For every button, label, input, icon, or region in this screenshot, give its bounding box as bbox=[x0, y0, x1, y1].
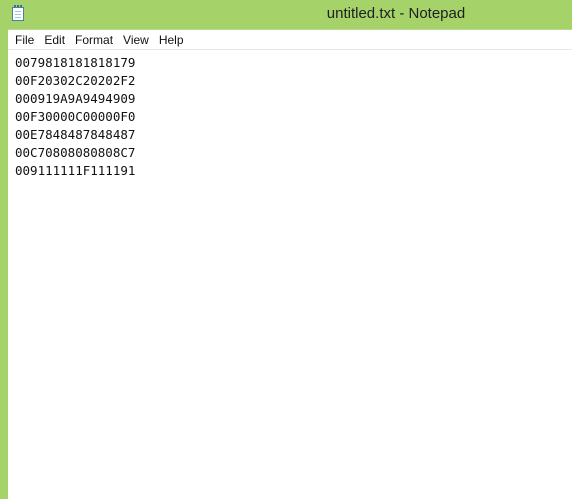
window-title: untitled.txt - Notepad bbox=[326, 5, 466, 22]
menu-bar: File Edit Format View Help bbox=[8, 30, 572, 50]
menu-help[interactable]: Help bbox=[154, 31, 189, 49]
title-bar[interactable]: untitled.txt - Notepad bbox=[0, 0, 572, 29]
menu-view[interactable]: View bbox=[118, 31, 154, 49]
text-line-4[interactable]: 00F30000C00000F0 bbox=[15, 108, 135, 126]
text-line-3[interactable]: 000919A9A9494909 bbox=[15, 90, 135, 108]
menu-edit[interactable]: Edit bbox=[39, 31, 70, 49]
text-line-7[interactable]: 009111111F111191 bbox=[15, 162, 135, 180]
text-line-6[interactable]: 00C70808080808C7 bbox=[15, 144, 135, 162]
text-line-1[interactable]: 0079818181818179 bbox=[15, 54, 135, 72]
text-line-2[interactable]: 00F20302C20202F2 bbox=[15, 72, 135, 90]
text-line-5[interactable]: 00E7848487848487 bbox=[15, 126, 135, 144]
menu-format[interactable]: Format bbox=[70, 31, 118, 49]
text-editor[interactable]: 0079818181818179 00F20302C20202F2 000919… bbox=[8, 51, 572, 499]
notepad-window: untitled.txt - Notepad File Edit Format … bbox=[0, 0, 572, 499]
client-area: File Edit Format View Help 0079818181818… bbox=[8, 29, 572, 499]
editor-content[interactable]: 0079818181818179 00F20302C20202F2 000919… bbox=[15, 54, 135, 180]
menu-file[interactable]: File bbox=[10, 31, 39, 49]
